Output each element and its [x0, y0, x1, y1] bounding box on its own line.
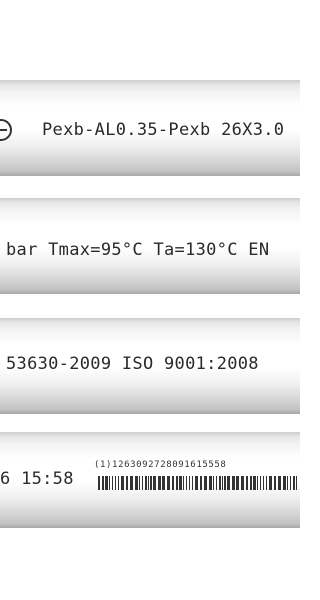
barcode-bar — [189, 476, 190, 490]
barcode-bar — [287, 476, 288, 490]
barcode-bar — [253, 476, 256, 490]
pipe-marking-3: 53630-2009 ISO 9001:2008 — [6, 354, 259, 374]
barcode-bar — [179, 476, 182, 490]
barcode-bar — [142, 476, 143, 490]
pipe-marking-4: 6 15:58 — [0, 469, 74, 489]
barcode-bar — [158, 476, 161, 490]
barcode-bar — [172, 476, 174, 490]
barcode-bar — [236, 476, 239, 490]
barcode-bar — [145, 476, 147, 490]
barcode-bar — [269, 476, 272, 490]
barcode-bar — [219, 476, 221, 490]
pipe-segment-2: bar Tmax=95°C Ta=130°C EN — [0, 198, 300, 294]
barcode-bar — [192, 476, 193, 490]
barcode-bar — [115, 476, 116, 490]
barcode-bar — [232, 476, 235, 490]
barcode-bar — [260, 476, 261, 490]
pipe-marking-2: bar Tmax=95°C Ta=130°C EN — [6, 240, 270, 260]
pipe-segment-3: 53630-2009 ISO 9001:2008 — [0, 318, 300, 414]
barcode-bar — [263, 476, 264, 490]
barcode-bar — [112, 476, 113, 490]
barcode-bar — [150, 476, 152, 490]
barcode-bar — [121, 476, 124, 490]
barcode-number: (1)1263092728091615558 — [94, 460, 227, 470]
barcode-bar — [153, 476, 156, 490]
barcode-bar — [257, 476, 258, 490]
barcode — [98, 476, 297, 490]
pipe-segment-1: Pexb-AL0.35-Pexb 26X3.0 — [0, 80, 300, 176]
barcode-bar — [200, 476, 202, 490]
barcode-bar — [274, 476, 276, 490]
barcode-bar — [98, 476, 100, 490]
barcode-bar — [293, 476, 295, 490]
pipe-marking-1: Pexb-AL0.35-Pexb 26X3.0 — [42, 120, 285, 140]
barcode-bar — [102, 476, 104, 490]
barcode-bar — [130, 476, 133, 490]
barcode-bar — [183, 476, 184, 490]
barcode-bar — [139, 476, 140, 490]
manufacturer-logo-icon — [0, 119, 12, 141]
barcode-bar — [222, 476, 223, 490]
barcode-bar — [105, 476, 108, 490]
barcode-bar — [209, 476, 212, 490]
barcode-bar — [176, 476, 178, 490]
barcode-bar — [278, 476, 281, 490]
barcode-bar — [241, 476, 244, 490]
barcode-bar — [186, 476, 187, 490]
pipe-segment-4: 6 15:58 (1)1263092728091615558 — [0, 432, 300, 528]
barcode-bar — [109, 476, 110, 490]
barcode-bar — [266, 476, 267, 490]
barcode-bar — [246, 476, 248, 490]
barcode-bar — [204, 476, 207, 490]
barcode-bar — [224, 476, 226, 490]
barcode-bar — [118, 476, 119, 490]
barcode-bar — [250, 476, 252, 490]
barcode-bar — [296, 476, 297, 490]
barcode-bar — [195, 476, 198, 490]
barcode-bar — [135, 476, 138, 490]
barcode-bar — [126, 476, 128, 490]
barcode-bar — [167, 476, 170, 490]
barcode-bar — [227, 476, 230, 490]
barcode-bar — [216, 476, 217, 490]
barcode-bar — [290, 476, 291, 490]
barcode-bar — [162, 476, 165, 490]
barcode-bar — [148, 476, 149, 490]
barcode-bar — [213, 476, 214, 490]
barcode-bar — [283, 476, 286, 490]
